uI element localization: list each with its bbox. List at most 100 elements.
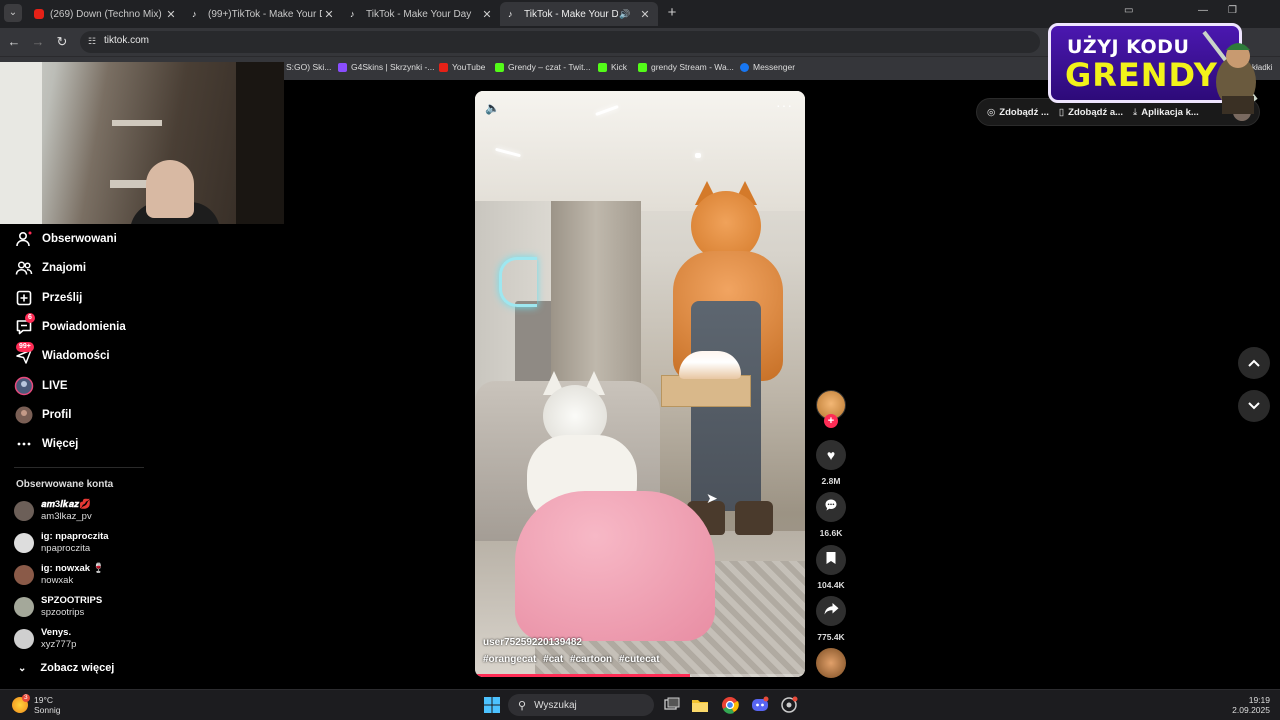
share-count: 775.4K (817, 632, 845, 642)
reload-button[interactable]: ↻ (54, 34, 70, 50)
friends-icon (14, 258, 34, 278)
followed-account[interactable]: 𝒂𝒎3𝒍𝒌𝒂𝒛💋 am3lkaz_pv (14, 497, 92, 525)
nav-more[interactable]: Więcej (14, 433, 78, 455)
taskbar-search[interactable]: ⚲ Wyszukaj (508, 694, 654, 716)
app-icon[interactable] (780, 696, 798, 714)
file-explorer-icon[interactable] (691, 696, 709, 714)
nav-following[interactable]: Obserwowani (14, 228, 117, 250)
video-player[interactable]: 🔈 ··· user75259220139482 #orangecat #cat… (475, 91, 805, 677)
nav-messages[interactable]: 99+ Wiadomości (14, 342, 110, 367)
windows-taskbar: 3 19°C Sonnig ⚲ Wyszukaj 19:19 2.09.2025 (0, 689, 1280, 720)
bookmark-item[interactable]: Grendy – czat - Twit... (495, 62, 591, 72)
close-icon[interactable]: ✕ (164, 8, 178, 21)
followed-accounts-title: Obserwowane konta (16, 479, 114, 490)
get-coins-button[interactable]: ◎ Zdobądź ... (987, 107, 1049, 118)
followed-account[interactable]: ig: npaproczita npaproczita (14, 529, 109, 557)
get-app-button[interactable]: ▯ Zdobądź a... (1059, 107, 1123, 118)
next-video-button[interactable] (1238, 390, 1270, 422)
hashtag-link[interactable]: #orangecat (483, 654, 536, 665)
bookmark-item[interactable]: Kick (598, 62, 627, 72)
video-author[interactable]: user75259220139482 (483, 637, 582, 648)
account-handle: am3lkaz_pv (41, 511, 92, 522)
share-button[interactable] (816, 596, 846, 626)
promo-line1: UŻYJ KODU (1067, 36, 1190, 58)
windows-start-icon[interactable] (483, 696, 501, 714)
music-disc-icon[interactable] (816, 648, 846, 678)
tab-tiktok-2[interactable]: ♪ TikTok - Make Your Day ✕ (342, 2, 500, 26)
webcam-overlay (0, 62, 284, 224)
account-name: SPZOOTRIPS (41, 595, 103, 606)
temperature: 19°C (34, 695, 53, 705)
nav-profile[interactable]: Profil (14, 404, 71, 426)
save-button[interactable] (816, 545, 846, 575)
bookmark-item[interactable]: grendy Stream - Wa... (638, 62, 734, 72)
video-progress-bar[interactable] (475, 674, 805, 677)
following-icon (14, 229, 34, 249)
avatar (14, 629, 34, 649)
chrome-icon[interactable] (721, 696, 739, 714)
tab-search-button[interactable]: ⌄ (4, 4, 22, 22)
search-placeholder: Wyszukaj (534, 699, 577, 711)
site-info-icon[interactable]: ☷ (88, 36, 96, 47)
close-icon[interactable]: ✕ (638, 8, 652, 21)
comment-button[interactable] (816, 492, 846, 522)
address-bar[interactable]: ☷ tiktok.com (80, 31, 1040, 53)
more-options-icon[interactable]: ··· (776, 97, 793, 113)
nav-label: LIVE (42, 380, 68, 392)
tab-title: TikTok - Make Your Day (524, 8, 618, 20)
previous-video-button[interactable] (1238, 347, 1270, 379)
nav-upload[interactable]: Prześlij (14, 287, 82, 309)
tab-tiktok-active[interactable]: ♪ TikTok - Make Your Day 🔊 ✕ (500, 2, 658, 26)
account-name: ig: npaproczita (41, 531, 109, 542)
webcam-streamer-face (146, 160, 194, 218)
audio-icon[interactable]: 🔊 (618, 9, 632, 20)
hashtag-link[interactable]: #cartoon (570, 654, 612, 665)
avatar (14, 565, 34, 585)
white-cat-figure (515, 371, 715, 641)
youtube-icon (34, 9, 44, 19)
webcam-shelf (112, 120, 162, 126)
followed-account[interactable]: Venys. xyz777p (14, 625, 76, 653)
forward-button[interactable]: → (30, 34, 46, 50)
tab-title: TikTok - Make Your Day (366, 8, 472, 20)
nav-friends[interactable]: Znajomi (14, 257, 86, 279)
close-icon[interactable]: ✕ (480, 8, 494, 21)
back-button[interactable]: ← (6, 34, 22, 50)
restore-button[interactable]: ❐ (1228, 5, 1237, 16)
task-view-icon[interactable] (663, 696, 681, 714)
bookmark-item[interactable]: G4Skins | Skrzynki -... (338, 62, 434, 72)
discord-icon[interactable] (751, 696, 769, 714)
close-icon[interactable]: ✕ (322, 8, 336, 21)
account-handle: npaproczita (41, 543, 91, 554)
nav-label: Obserwowani (42, 233, 117, 245)
save-count: 104.4K (817, 580, 845, 590)
system-clock[interactable]: 19:19 2.09.2025 (1220, 695, 1270, 715)
bookmark-item[interactable]: YouTube (439, 62, 485, 72)
bookmark-label: YouTube (452, 62, 486, 72)
tab-youtube[interactable]: (269) Down (Techno Mix) - YouT ✕ (26, 2, 184, 26)
share-icon (824, 602, 839, 620)
followed-account[interactable]: SPZOOTRIPS spzootrips (14, 593, 102, 621)
new-tab-button[interactable]: + (664, 4, 680, 22)
desktop-app-button[interactable]: ⤓ Aplikacja k... (1133, 107, 1199, 118)
tab-tiktok-1[interactable]: ♪ (99+)TikTok - Make Your Day ✕ (184, 2, 342, 26)
minimize-button[interactable]: — (1198, 5, 1208, 16)
bookmark-label: grendy Stream - Wa... (651, 62, 734, 72)
cast-icon[interactable]: ▭ (1124, 5, 1133, 16)
follow-plus-icon[interactable]: + (824, 414, 838, 428)
video-scene-neon (499, 257, 537, 307)
bookmark-item[interactable]: Messenger (740, 62, 795, 72)
followed-account[interactable]: ig: nowxak 🍷 nowxak (14, 561, 105, 589)
tiktok-icon: ♪ (508, 9, 513, 19)
bookmark-item[interactable]: S:GO) Ski... (286, 62, 331, 72)
weather-widget[interactable]: 3 19°C Sonnig (12, 694, 60, 715)
hashtag-link[interactable]: #cat (543, 654, 563, 665)
video-progress-fill (475, 674, 690, 677)
nav-notifications[interactable]: 6 Powiadomienia (14, 313, 126, 338)
like-button[interactable]: ♥ (816, 440, 846, 470)
weather-badge: 3 (22, 694, 30, 702)
hashtag-link[interactable]: #cutecat (619, 654, 660, 665)
nav-live[interactable]: LIVE (14, 375, 68, 397)
volume-icon[interactable]: 🔈 (485, 101, 500, 115)
see-more-button[interactable]: ⌄ Zobacz więcej (18, 662, 114, 674)
